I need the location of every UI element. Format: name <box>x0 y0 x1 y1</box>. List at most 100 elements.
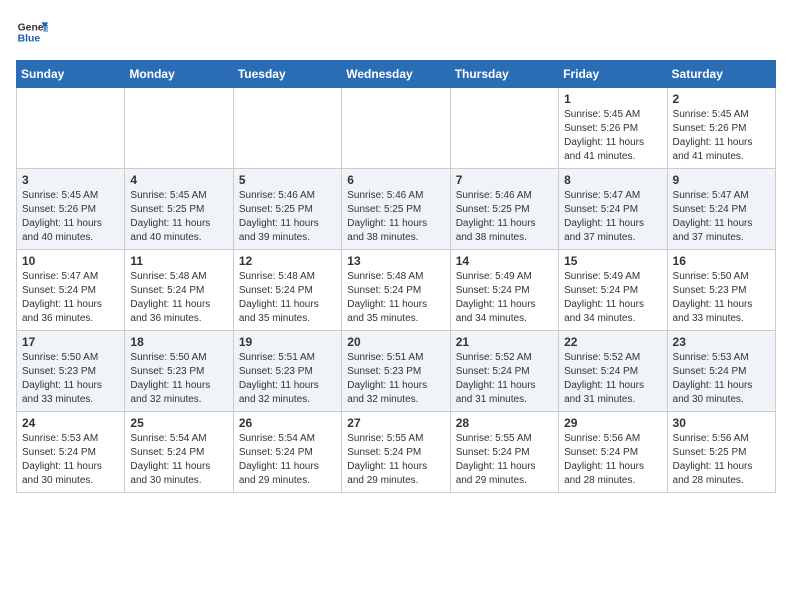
weekday-header-thursday: Thursday <box>450 61 558 88</box>
day-info: Sunrise: 5:48 AM Sunset: 5:24 PM Dayligh… <box>130 270 227 326</box>
day-info: Sunrise: 5:45 AM Sunset: 5:26 PM Dayligh… <box>673 108 770 164</box>
day-number: 23 <box>673 335 770 349</box>
day-info: Sunrise: 5:55 AM Sunset: 5:24 PM Dayligh… <box>347 432 444 488</box>
calendar-cell: 11 Sunrise: 5:48 AM Sunset: 5:24 PM Dayli… <box>125 250 233 331</box>
calendar-cell <box>125 88 233 169</box>
calendar-cell: 26 Sunrise: 5:54 AM Sunset: 5:24 PM Dayli… <box>233 412 341 493</box>
day-number: 30 <box>673 416 770 430</box>
day-info: Sunrise: 5:50 AM Sunset: 5:23 PM Dayligh… <box>22 351 119 407</box>
weekday-header-wednesday: Wednesday <box>342 61 450 88</box>
calendar-cell <box>450 88 558 169</box>
calendar-week-row: 1 Sunrise: 5:45 AM Sunset: 5:26 PM Daylig… <box>17 88 776 169</box>
day-info: Sunrise: 5:46 AM Sunset: 5:25 PM Dayligh… <box>239 189 336 245</box>
day-number: 3 <box>22 173 119 187</box>
calendar-cell: 29 Sunrise: 5:56 AM Sunset: 5:24 PM Dayli… <box>559 412 667 493</box>
calendar-cell: 15 Sunrise: 5:49 AM Sunset: 5:24 PM Dayli… <box>559 250 667 331</box>
day-info: Sunrise: 5:46 AM Sunset: 5:25 PM Dayligh… <box>456 189 553 245</box>
day-number: 26 <box>239 416 336 430</box>
day-info: Sunrise: 5:45 AM Sunset: 5:25 PM Dayligh… <box>130 189 227 245</box>
day-info: Sunrise: 5:55 AM Sunset: 5:24 PM Dayligh… <box>456 432 553 488</box>
day-info: Sunrise: 5:48 AM Sunset: 5:24 PM Dayligh… <box>239 270 336 326</box>
day-number: 9 <box>673 173 770 187</box>
calendar-week-row: 24 Sunrise: 5:53 AM Sunset: 5:24 PM Dayli… <box>17 412 776 493</box>
day-info: Sunrise: 5:45 AM Sunset: 5:26 PM Dayligh… <box>564 108 661 164</box>
calendar-cell: 28 Sunrise: 5:55 AM Sunset: 5:24 PM Dayli… <box>450 412 558 493</box>
calendar-cell: 21 Sunrise: 5:52 AM Sunset: 5:24 PM Dayli… <box>450 331 558 412</box>
day-info: Sunrise: 5:56 AM Sunset: 5:24 PM Dayligh… <box>564 432 661 488</box>
day-number: 24 <box>22 416 119 430</box>
calendar-cell: 4 Sunrise: 5:45 AM Sunset: 5:25 PM Daylig… <box>125 169 233 250</box>
day-info: Sunrise: 5:51 AM Sunset: 5:23 PM Dayligh… <box>239 351 336 407</box>
calendar-cell: 9 Sunrise: 5:47 AM Sunset: 5:24 PM Daylig… <box>667 169 775 250</box>
day-info: Sunrise: 5:53 AM Sunset: 5:24 PM Dayligh… <box>22 432 119 488</box>
weekday-header-friday: Friday <box>559 61 667 88</box>
day-info: Sunrise: 5:48 AM Sunset: 5:24 PM Dayligh… <box>347 270 444 326</box>
calendar-cell: 5 Sunrise: 5:46 AM Sunset: 5:25 PM Daylig… <box>233 169 341 250</box>
calendar-cell: 17 Sunrise: 5:50 AM Sunset: 5:23 PM Dayli… <box>17 331 125 412</box>
calendar-cell: 10Sunrise: 5:47 AM Sunset: 5:24 PM Dayli… <box>17 250 125 331</box>
day-number: 8 <box>564 173 661 187</box>
day-info: Sunrise: 5:46 AM Sunset: 5:25 PM Dayligh… <box>347 189 444 245</box>
day-info: Sunrise: 5:51 AM Sunset: 5:23 PM Dayligh… <box>347 351 444 407</box>
day-info: Sunrise: 5:45 AM Sunset: 5:26 PM Dayligh… <box>22 189 119 245</box>
calendar-cell: 27 Sunrise: 5:55 AM Sunset: 5:24 PM Dayli… <box>342 412 450 493</box>
calendar-cell: 12 Sunrise: 5:48 AM Sunset: 5:24 PM Dayli… <box>233 250 341 331</box>
day-info: Sunrise: 5:50 AM Sunset: 5:23 PM Dayligh… <box>130 351 227 407</box>
day-info: Sunrise: 5:50 AM Sunset: 5:23 PM Dayligh… <box>673 270 770 326</box>
weekday-header-sunday: Sunday <box>17 61 125 88</box>
day-number: 1 <box>564 92 661 106</box>
calendar-cell: 16 Sunrise: 5:50 AM Sunset: 5:23 PM Dayli… <box>667 250 775 331</box>
calendar-cell: 23 Sunrise: 5:53 AM Sunset: 5:24 PM Dayli… <box>667 331 775 412</box>
day-info: Sunrise: 5:49 AM Sunset: 5:24 PM Dayligh… <box>564 270 661 326</box>
day-number: 5 <box>239 173 336 187</box>
weekday-header-monday: Monday <box>125 61 233 88</box>
calendar-cell: 6 Sunrise: 5:46 AM Sunset: 5:25 PM Daylig… <box>342 169 450 250</box>
day-number: 27 <box>347 416 444 430</box>
day-number: 21 <box>456 335 553 349</box>
calendar-week-row: 17 Sunrise: 5:50 AM Sunset: 5:23 PM Dayli… <box>17 331 776 412</box>
day-info: Sunrise: 5:54 AM Sunset: 5:24 PM Dayligh… <box>130 432 227 488</box>
day-info: Sunrise: 5:54 AM Sunset: 5:24 PM Dayligh… <box>239 432 336 488</box>
day-number: 14 <box>456 254 553 268</box>
day-number: 13 <box>347 254 444 268</box>
calendar-cell <box>17 88 125 169</box>
weekday-header-tuesday: Tuesday <box>233 61 341 88</box>
calendar-cell: 2 Sunrise: 5:45 AM Sunset: 5:26 PM Daylig… <box>667 88 775 169</box>
calendar-cell: 7 Sunrise: 5:46 AM Sunset: 5:25 PM Daylig… <box>450 169 558 250</box>
day-number: 17 <box>22 335 119 349</box>
svg-text:Blue: Blue <box>18 34 41 45</box>
calendar-table: SundayMondayTuesdayWednesdayThursdayFrid… <box>16 60 776 493</box>
day-number: 4 <box>130 173 227 187</box>
day-number: 18 <box>130 335 227 349</box>
calendar-cell: 1 Sunrise: 5:45 AM Sunset: 5:26 PM Daylig… <box>559 88 667 169</box>
day-info: Sunrise: 5:53 AM Sunset: 5:24 PM Dayligh… <box>673 351 770 407</box>
logo: General Blue <box>16 16 48 48</box>
day-info: Sunrise: 5:56 AM Sunset: 5:25 PM Dayligh… <box>673 432 770 488</box>
day-number: 28 <box>456 416 553 430</box>
day-number: 7 <box>456 173 553 187</box>
day-info: Sunrise: 5:47 AM Sunset: 5:24 PM Dayligh… <box>564 189 661 245</box>
day-info: Sunrise: 5:52 AM Sunset: 5:24 PM Dayligh… <box>456 351 553 407</box>
calendar-week-row: 3 Sunrise: 5:45 AM Sunset: 5:26 PM Daylig… <box>17 169 776 250</box>
day-number: 6 <box>347 173 444 187</box>
day-number: 11 <box>130 254 227 268</box>
day-info: Sunrise: 5:49 AM Sunset: 5:24 PM Dayligh… <box>456 270 553 326</box>
weekday-header-row: SundayMondayTuesdayWednesdayThursdayFrid… <box>17 61 776 88</box>
calendar-cell: 8 Sunrise: 5:47 AM Sunset: 5:24 PM Daylig… <box>559 169 667 250</box>
calendar-cell: 14 Sunrise: 5:49 AM Sunset: 5:24 PM Dayli… <box>450 250 558 331</box>
day-number: 15 <box>564 254 661 268</box>
day-number: 22 <box>564 335 661 349</box>
day-number: 25 <box>130 416 227 430</box>
day-number: 29 <box>564 416 661 430</box>
day-number: 12 <box>239 254 336 268</box>
calendar-cell: 20Sunrise: 5:51 AM Sunset: 5:23 PM Dayli… <box>342 331 450 412</box>
calendar-cell: 19 Sunrise: 5:51 AM Sunset: 5:23 PM Dayli… <box>233 331 341 412</box>
day-number: 19 <box>239 335 336 349</box>
calendar-cell: 30 Sunrise: 5:56 AM Sunset: 5:25 PM Dayli… <box>667 412 775 493</box>
calendar-week-row: 10Sunrise: 5:47 AM Sunset: 5:24 PM Dayli… <box>17 250 776 331</box>
calendar-cell <box>342 88 450 169</box>
day-info: Sunrise: 5:47 AM Sunset: 5:24 PM Dayligh… <box>673 189 770 245</box>
calendar-cell: 24 Sunrise: 5:53 AM Sunset: 5:24 PM Dayli… <box>17 412 125 493</box>
day-number: 16 <box>673 254 770 268</box>
day-number: 2 <box>673 92 770 106</box>
